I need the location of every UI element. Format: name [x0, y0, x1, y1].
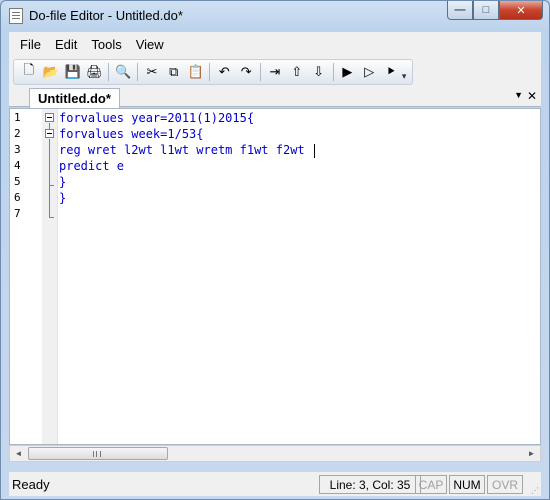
menu-file[interactable]: File — [13, 34, 48, 55]
code-line[interactable]: } — [59, 190, 66, 206]
scroll-left-icon[interactable]: ◄ — [10, 446, 27, 461]
code-text: } — [59, 191, 67, 205]
window-controls: — □ ✕ — [447, 1, 543, 20]
line-number: 7 — [14, 207, 21, 220]
toolbar-separator — [209, 63, 211, 81]
print-icon[interactable]: 🖨 — [83, 62, 105, 82]
menu-view[interactable]: View — [129, 34, 171, 55]
window-title: Do-file Editor - Untitled.do* — [29, 8, 183, 23]
code-text: forvalues week=1/53{ — [59, 127, 204, 141]
code-text: predict e — [59, 159, 125, 173]
code-line[interactable]: forvalues year=2011(1)2015{ — [59, 110, 254, 126]
fold-toggle-icon[interactable] — [45, 113, 54, 122]
code-line[interactable]: reg wret l2wt l1wt wretm f1wt f2wt — [59, 142, 315, 158]
move-up-icon[interactable]: ⇧ — [286, 62, 308, 82]
save-icon[interactable]: 💾 — [62, 62, 84, 82]
minimize-button[interactable]: — — [447, 1, 473, 20]
title-bar[interactable]: Do-file Editor - Untitled.do* — □ ✕ — [1, 1, 549, 31]
toolbar-overflow-icon[interactable]: ▾ — [402, 62, 412, 82]
fold-margin — [42, 109, 58, 444]
toolbar-separator — [260, 63, 262, 81]
open-folder-icon[interactable]: 📂 — [40, 62, 62, 82]
toolbar: 🗋 📂 💾 🖨 🔍 ✂ ⧉ 📋 ↶ ↷ ⇥ ⇧ ⇩ ▶ ▷ ⯈ ▾ — [9, 56, 541, 88]
num-indicator: NUM — [449, 475, 485, 494]
tab-list-arrow-icon[interactable]: ▼ — [514, 90, 523, 100]
redo-icon[interactable]: ↷ — [235, 62, 257, 82]
menu-bar: File Edit Tools View — [9, 32, 541, 56]
do-file-editor-window: Do-file Editor - Untitled.do* — □ ✕ File… — [0, 0, 550, 500]
text-cursor — [313, 143, 315, 158]
line-number: 5 — [14, 175, 21, 188]
toolbar-strip: 🗋 📂 💾 🖨 🔍 ✂ ⧉ 📋 ↶ ↷ ⇥ ⇧ ⇩ ▶ ▷ ⯈ ▾ — [13, 59, 413, 85]
line-number: 2 — [14, 127, 21, 140]
paste-icon[interactable]: 📋 — [185, 62, 207, 82]
cursor-position: Line: 3, Col: 35 — [319, 475, 421, 494]
code-editor[interactable]: 1 2 3 4 5 6 7 forvalues year=2011(1)2015{ forva… — [9, 108, 541, 445]
code-line[interactable]: } — [59, 174, 66, 190]
toolbar-separator — [332, 63, 334, 81]
grip-icon — [93, 451, 101, 457]
indent-icon[interactable]: ⇥ — [264, 62, 286, 82]
code-text: } — [59, 175, 67, 189]
tab-close-icon[interactable]: ✕ — [527, 89, 537, 103]
menu-edit[interactable]: Edit — [48, 34, 84, 55]
run-icon[interactable]: ⯈ — [380, 62, 402, 82]
tab-untitled[interactable]: Untitled.do* — [29, 88, 120, 108]
scrollbar-thumb[interactable] — [28, 447, 168, 460]
code-text: reg wret l2wt l1wt wretm f1wt f2wt — [59, 143, 312, 157]
do-all-icon[interactable]: ▶ — [336, 62, 358, 82]
code-text: forvalues year=2011(1)2015{ — [59, 111, 255, 125]
fold-toggle-icon[interactable] — [45, 129, 54, 138]
tab-bar: Untitled.do* ▼ ✕ — [9, 88, 541, 108]
close-button[interactable]: ✕ — [499, 1, 543, 20]
line-number: 1 — [14, 111, 21, 124]
fold-line — [49, 139, 50, 201]
status-text: Ready — [12, 477, 50, 492]
horizontal-scrollbar[interactable]: ◄ ► — [9, 445, 541, 462]
resize-grip-icon[interactable]: ⋰ — [531, 486, 541, 496]
new-file-icon[interactable]: 🗋 — [18, 62, 40, 82]
code-line[interactable]: forvalues week=1/53{ — [59, 126, 204, 142]
fold-end-marker — [49, 217, 54, 218]
fold-line — [49, 201, 50, 217]
execute-icon[interactable]: ▷ — [358, 62, 380, 82]
document-icon — [9, 8, 23, 24]
undo-icon[interactable]: ↶ — [213, 62, 235, 82]
menu-tools[interactable]: Tools — [84, 34, 128, 55]
line-number: 4 — [14, 159, 21, 172]
code-line[interactable]: predict e — [59, 158, 124, 174]
line-number: 3 — [14, 143, 21, 156]
toolbar-separator — [108, 63, 110, 81]
cap-indicator: CAP — [415, 475, 447, 494]
maximize-button[interactable]: □ — [473, 1, 499, 20]
copy-icon[interactable]: ⧉ — [163, 62, 185, 82]
ovr-indicator: OVR — [487, 475, 523, 494]
scroll-right-icon[interactable]: ► — [523, 446, 540, 461]
toolbar-separator — [137, 63, 139, 81]
line-number-gutter: 1 2 3 4 5 6 7 — [10, 109, 42, 444]
cut-icon[interactable]: ✂ — [141, 62, 163, 82]
find-icon[interactable]: 🔍 — [112, 62, 134, 82]
fold-end-marker — [49, 185, 54, 186]
move-down-icon[interactable]: ⇩ — [308, 62, 330, 82]
status-bar: Ready Line: 3, Col: 35 CAP NUM OVR ⋰ — [9, 472, 541, 496]
line-number: 6 — [14, 191, 21, 204]
